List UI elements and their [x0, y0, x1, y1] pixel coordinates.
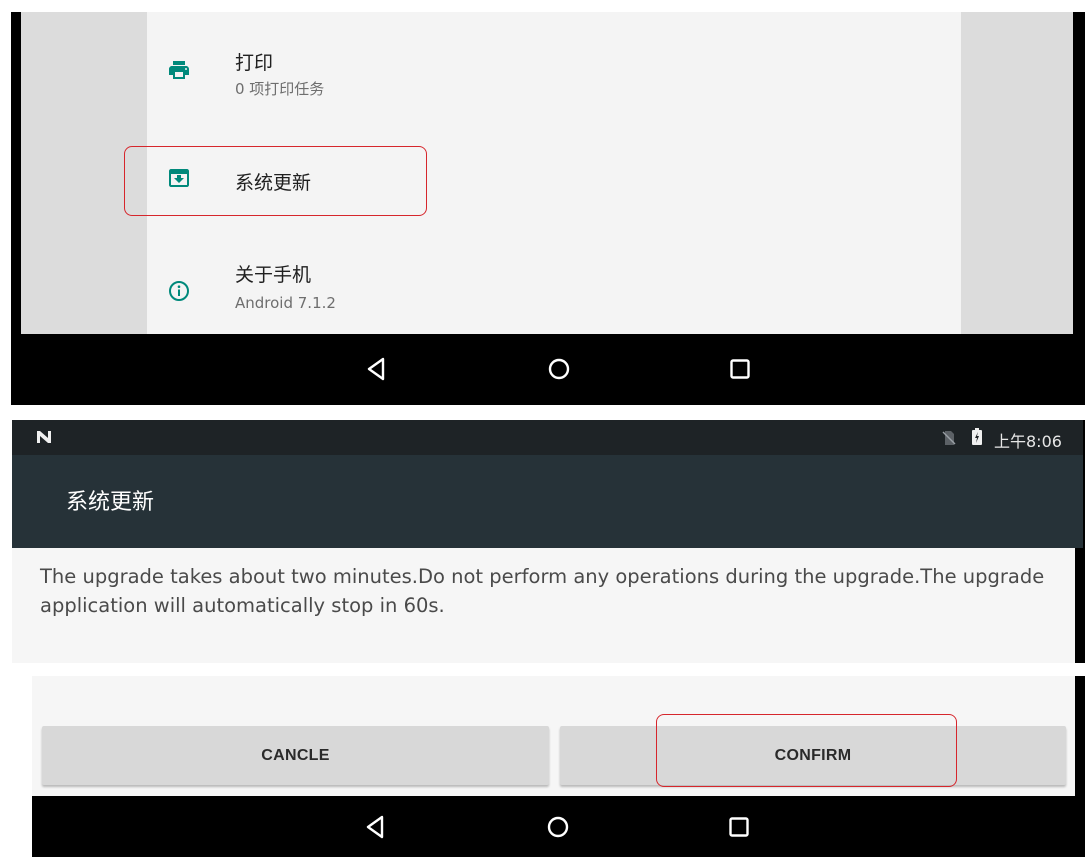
- dialog-message: The upgrade takes about two minutes.Do n…: [40, 565, 1045, 617]
- print-icon: [167, 58, 191, 82]
- notification-n-icon: [34, 427, 54, 447]
- back-icon[interactable]: [360, 812, 390, 842]
- settings-item-about-phone[interactable]: 关于手机 Android 7.1.2: [147, 242, 961, 334]
- settings-item-subtitle: 0 项打印任务: [235, 80, 325, 98]
- settings-item-print[interactable]: 打印 0 项打印任务: [147, 12, 961, 116]
- navigation-bar: [32, 796, 1085, 857]
- settings-screenshot: 打印 0 项打印任务 系统更新 关于手机 Android 7.1.2: [11, 12, 1085, 405]
- dialog-button-bar: CANCLE CONFIRM: [32, 676, 1075, 796]
- dialog-buttons-screenshot: CANCLE CONFIRM: [32, 676, 1085, 857]
- settings-item-system-update[interactable]: 系统更新: [147, 146, 961, 216]
- home-icon[interactable]: [543, 812, 573, 842]
- status-bar: 上午8:06: [12, 420, 1083, 455]
- dialog-body: The upgrade takes about two minutes.Do n…: [12, 548, 1075, 663]
- info-icon: [167, 279, 191, 303]
- cancel-button[interactable]: CANCLE: [42, 726, 549, 785]
- no-sim-icon: [941, 430, 957, 446]
- recents-icon[interactable]: [725, 354, 755, 384]
- settings-item-title: 打印: [235, 52, 274, 74]
- system-update-icon: [167, 166, 191, 190]
- dialog-screenshot: 上午8:06 系统更新 The upgrade takes about two …: [12, 420, 1085, 663]
- dialog-header: 系统更新: [12, 455, 1083, 548]
- settings-card: 打印 0 项打印任务 系统更新 关于手机 Android 7.1.2: [147, 12, 961, 334]
- confirm-button[interactable]: CONFIRM: [560, 726, 1066, 785]
- recents-icon[interactable]: [724, 812, 754, 842]
- settings-item-subtitle: Android 7.1.2: [235, 294, 336, 312]
- battery-charging-icon: [972, 428, 982, 445]
- back-icon[interactable]: [361, 354, 391, 384]
- settings-list: 打印 0 项打印任务 系统更新 关于手机 Android 7.1.2: [21, 12, 1073, 334]
- settings-item-title: 系统更新: [235, 172, 312, 194]
- dialog-title: 系统更新: [66, 490, 155, 515]
- navigation-bar: [11, 334, 1085, 405]
- home-icon[interactable]: [544, 354, 574, 384]
- settings-item-title: 关于手机: [235, 264, 312, 286]
- status-time: 上午8:06: [994, 432, 1062, 451]
